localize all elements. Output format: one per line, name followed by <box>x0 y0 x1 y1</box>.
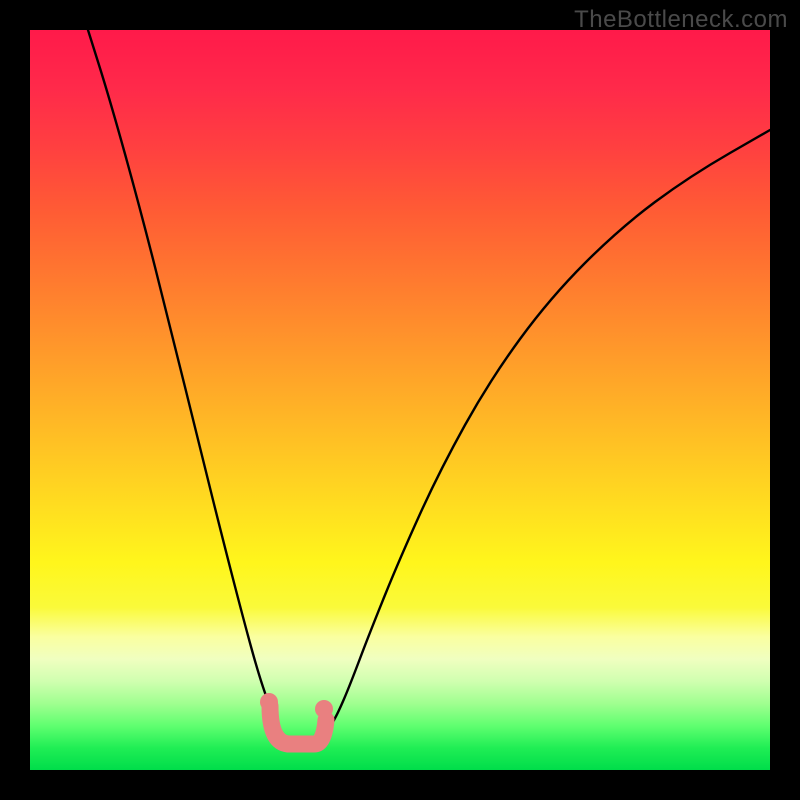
chart-curve-svg <box>30 30 770 770</box>
highlight-markers <box>260 693 333 744</box>
bottleneck-curve <box>88 30 770 744</box>
chart-plot-area <box>30 30 770 770</box>
watermark-text: TheBottleneck.com <box>574 6 788 34</box>
curve-line <box>88 30 770 744</box>
